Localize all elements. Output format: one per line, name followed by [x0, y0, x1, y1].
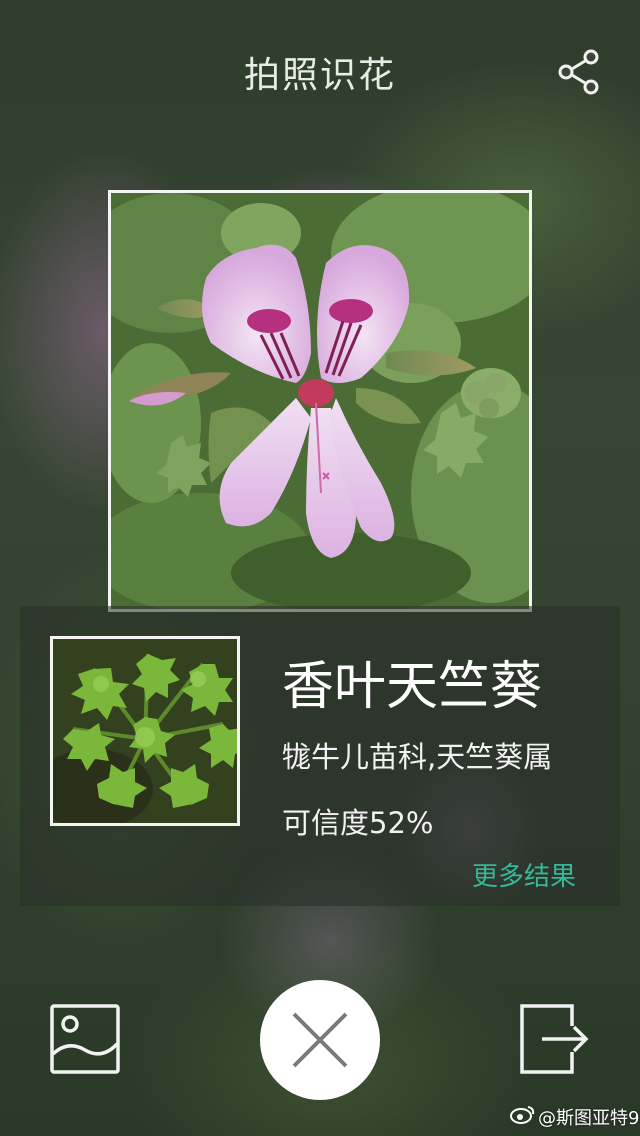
share-icon	[558, 49, 599, 95]
plant-name: 香叶天竺葵	[282, 657, 543, 717]
export-icon	[520, 1004, 589, 1074]
weibo-logo-icon	[510, 1104, 536, 1129]
confidence-score: 可信度52%	[282, 806, 434, 840]
watermark-text: @斯图亚特9	[538, 1108, 640, 1129]
share-button[interactable]	[552, 46, 604, 98]
image-gallery-icon	[50, 1004, 120, 1074]
export-button[interactable]	[520, 1004, 590, 1074]
close-button[interactable]	[260, 980, 380, 1100]
watermark: @斯图亚特9	[510, 1104, 639, 1130]
more-results-link[interactable]: 更多结果	[472, 856, 576, 893]
captured-flower-photo	[108, 190, 532, 612]
page-title: 拍照识花	[243, 55, 396, 96]
reference-plant-thumbnail[interactable]	[50, 636, 240, 826]
close-icon	[292, 1012, 348, 1068]
identification-result-card[interactable]: 香叶天竺葵 牻牛儿苗科,天竺葵属 可信度52% 更多结果	[20, 606, 620, 906]
plant-family-genus: 牻牛儿苗科,天竺葵属	[282, 740, 553, 774]
gallery-button[interactable]	[50, 1004, 120, 1074]
